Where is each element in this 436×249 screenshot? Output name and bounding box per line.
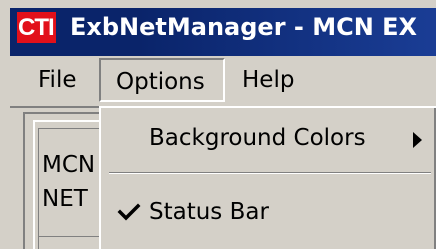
menu-item-background-colors[interactable]: Background Colors <box>101 114 436 162</box>
options-dropdown-menu: Background Colors Status Bar <box>99 106 436 249</box>
menu-item-status-bar[interactable]: Status Bar <box>101 188 436 236</box>
menu-separator <box>109 172 431 174</box>
menu-item-label: Background Colors <box>149 125 366 151</box>
app-logo-icon: CTI <box>17 12 56 43</box>
panel-text-line-2: NET <box>42 186 88 212</box>
menu-options[interactable]: Options <box>99 58 225 102</box>
panel-text-line-1: MCN <box>42 152 96 178</box>
window-title: ExbNetManager - MCN EX <box>70 13 418 41</box>
menu-help[interactable]: Help <box>242 58 294 102</box>
checkmark-icon <box>117 203 141 221</box>
menu-file[interactable]: File <box>38 58 77 102</box>
menu-item-label: Status Bar <box>149 199 269 225</box>
application-window: CTI ExbNetManager - MCN EX File Options … <box>0 0 436 249</box>
chevron-right-icon <box>413 132 422 148</box>
